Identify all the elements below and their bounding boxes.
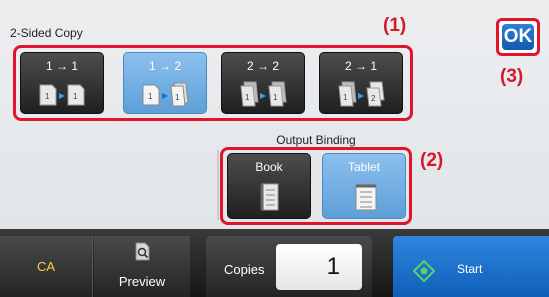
mode-1-to-2-button[interactable]: 1 → 2 1 1 [123, 52, 207, 114]
book-icon [260, 183, 279, 211]
callout-2: (2) [420, 150, 444, 171]
svg-text:1: 1 [245, 93, 250, 102]
copies-label: Copies [224, 262, 265, 277]
ok-button[interactable]: OK [496, 18, 540, 56]
mode-label: 1 → 2 [148, 59, 181, 73]
start-label: Start [457, 262, 483, 276]
svg-text:1: 1 [273, 93, 278, 102]
screen-title: 2-Sided Copy [10, 26, 83, 40]
start-icon [413, 260, 435, 282]
start-button[interactable]: Start [393, 236, 549, 297]
clear-all-button[interactable]: CA [0, 236, 93, 297]
output-binding-label: Output Binding [276, 133, 356, 147]
vertical-divider [217, 150, 219, 220]
mode-2-to-1-button[interactable]: 2 → 1 1 2 [319, 52, 403, 114]
binding-label: Book [255, 160, 283, 174]
copies-field[interactable]: 1 [276, 244, 362, 290]
svg-text:2: 2 [371, 94, 376, 103]
clear-all-label: CA [36, 259, 56, 274]
callout-3: (3) [500, 66, 524, 87]
mode-1-to-1-button[interactable]: 1 → 1 1 1 [20, 52, 104, 114]
preview-button[interactable]: Preview [94, 236, 190, 297]
binding-book-button[interactable]: Book [227, 153, 311, 219]
svg-text:1: 1 [175, 93, 180, 102]
preview-icon [135, 242, 150, 261]
svg-text:1: 1 [148, 92, 153, 101]
one-to-two-icon: 1 1 [142, 82, 189, 107]
mode-label: 2 → 1 [344, 59, 377, 73]
binding-label: Tablet [347, 160, 381, 174]
binding-tablet-button[interactable]: Tablet [322, 153, 406, 219]
two-to-two-icon: 1 1 [240, 81, 287, 107]
svg-text:1: 1 [45, 92, 50, 101]
tablet-icon [355, 184, 377, 211]
svg-text:1: 1 [343, 93, 348, 102]
preview-label: Preview [118, 274, 166, 289]
mode-label: 1 → 1 [45, 59, 78, 73]
two-to-one-icon: 1 2 [338, 81, 385, 107]
ok-label: OK [502, 24, 534, 50]
mode-label: 2 → 2 [246, 59, 279, 73]
mode-2-to-2-button[interactable]: 2 → 2 1 1 [221, 52, 305, 114]
svg-text:1: 1 [73, 92, 78, 101]
callout-1: (1) [383, 15, 407, 36]
one-to-one-icon: 1 1 [39, 84, 85, 106]
